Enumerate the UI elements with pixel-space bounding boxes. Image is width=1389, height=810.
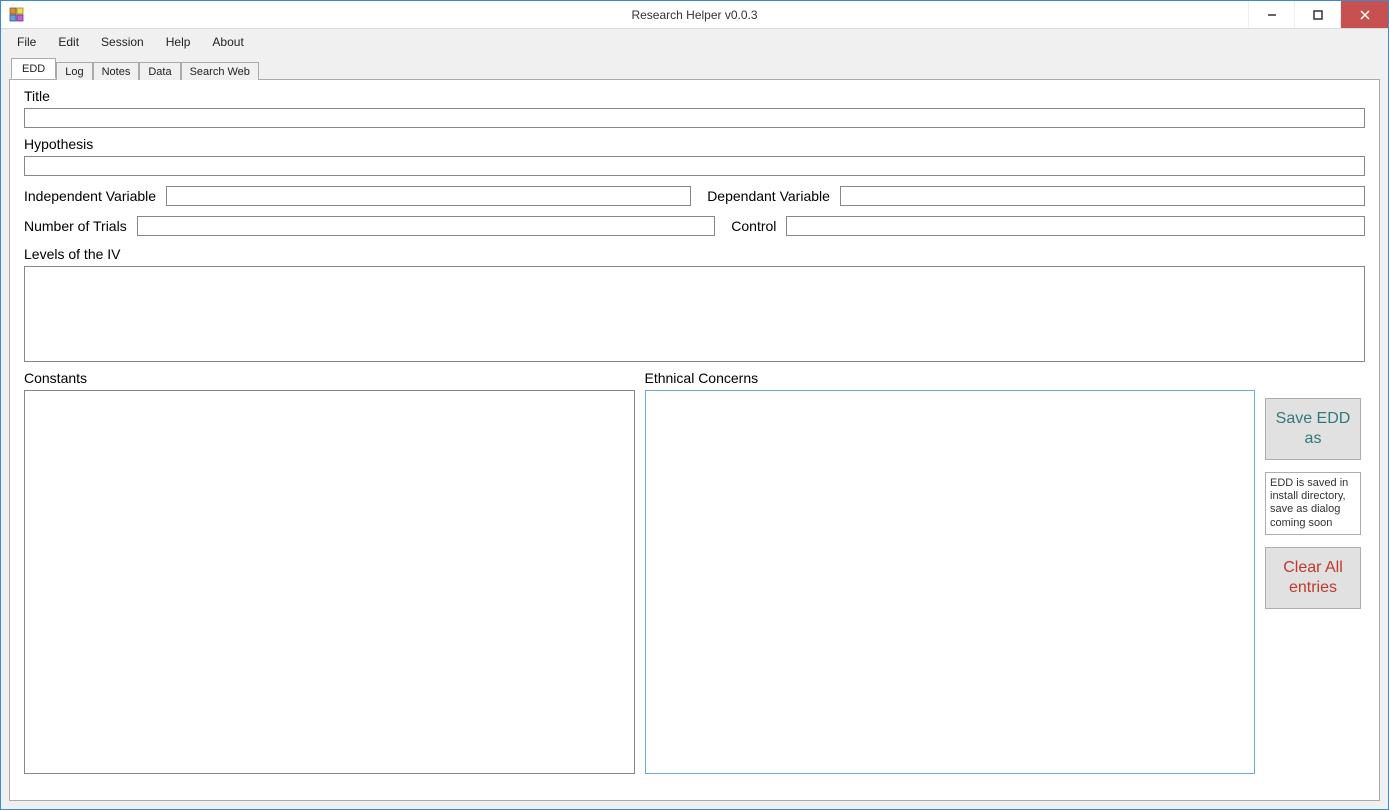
constants-label: Constants (24, 370, 635, 386)
trials-input[interactable] (137, 216, 716, 236)
save-edd-button[interactable]: Save EDD as (1265, 398, 1361, 460)
levels-textarea[interactable] (24, 266, 1365, 362)
control-input[interactable] (786, 216, 1365, 236)
menubar: File Edit Session Help About (1, 29, 1388, 55)
menu-about[interactable]: About (202, 31, 253, 53)
tab-data[interactable]: Data (139, 62, 180, 80)
tab-notes[interactable]: Notes (93, 62, 140, 80)
clear-all-button[interactable]: Clear All entries (1265, 547, 1361, 609)
menu-edit[interactable]: Edit (48, 31, 89, 53)
titlebar: Research Helper v0.0.3 (1, 1, 1388, 29)
app-icon (9, 7, 25, 23)
hypothesis-label: Hypothesis (24, 136, 1365, 152)
menu-file[interactable]: File (7, 31, 46, 53)
window-controls (1248, 1, 1388, 28)
trials-label: Number of Trials (24, 218, 127, 234)
save-info-text: EDD is saved in install directory, save … (1265, 472, 1361, 535)
client-area: EDD Log Notes Data Search Web Title Hypo… (1, 55, 1388, 809)
ethical-concerns-label: Ethnical Concerns (645, 370, 1256, 386)
tab-edd[interactable]: EDD (11, 58, 56, 79)
levels-label: Levels of the IV (24, 246, 1365, 262)
tab-search-web[interactable]: Search Web (181, 62, 259, 80)
close-button[interactable] (1340, 1, 1388, 28)
maximize-button[interactable] (1294, 1, 1340, 28)
menu-help[interactable]: Help (156, 31, 201, 53)
minimize-button[interactable] (1248, 1, 1294, 28)
dependent-variable-label: Dependant Variable (707, 188, 830, 204)
constants-textarea[interactable] (24, 390, 635, 774)
independent-variable-label: Independent Variable (24, 188, 156, 204)
tab-strip: EDD Log Notes Data Search Web (11, 57, 1380, 79)
tab-log[interactable]: Log (56, 62, 92, 80)
hypothesis-input[interactable] (24, 156, 1365, 176)
window-title: Research Helper v0.0.3 (631, 8, 757, 22)
tab-panel-edd: Title Hypothesis Independent Variable De… (9, 79, 1380, 801)
independent-variable-input[interactable] (166, 186, 691, 206)
dependent-variable-input[interactable] (840, 186, 1365, 206)
control-label: Control (731, 218, 776, 234)
ethical-concerns-textarea[interactable] (645, 390, 1256, 774)
title-input[interactable] (24, 108, 1365, 128)
title-label: Title (24, 88, 1365, 104)
menu-session[interactable]: Session (91, 31, 154, 53)
